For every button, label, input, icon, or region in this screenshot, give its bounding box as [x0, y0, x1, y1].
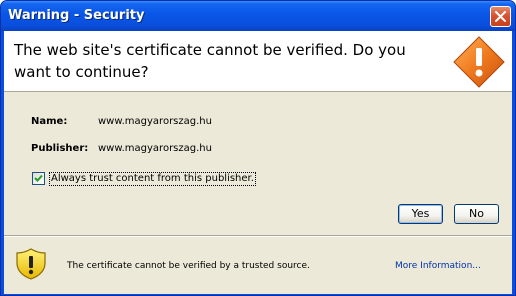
close-button[interactable]: [490, 6, 511, 27]
footer-message: The certificate cannot be verified by a …: [67, 261, 310, 271]
main-message: The web site's certificate cannot be ver…: [14, 41, 406, 81]
security-warning-window: Warning - Security The web site's certif…: [0, 0, 516, 296]
publisher-value: www.magyarorszag.hu: [98, 143, 212, 154]
dialog-body: The web site's certificate cannot be ver…: [4, 31, 512, 294]
more-information-link[interactable]: More Information...: [395, 261, 481, 271]
name-label: Name:: [31, 116, 68, 127]
always-trust-label[interactable]: Always trust content from this publisher…: [49, 172, 256, 186]
header-band: The web site's certificate cannot be ver…: [4, 31, 512, 92]
close-icon: [495, 11, 506, 22]
warning-diamond-icon: [453, 36, 505, 88]
checkmark-icon: [34, 174, 43, 182]
name-value: www.magyarorszag.hu: [98, 116, 212, 127]
always-trust-checkbox[interactable]: [32, 172, 45, 185]
shield-warning-icon: [16, 248, 46, 280]
yes-button[interactable]: Yes: [398, 204, 443, 224]
footer-divider: [4, 235, 512, 237]
title-bar[interactable]: Warning - Security: [1, 1, 515, 31]
no-button[interactable]: No: [454, 204, 499, 224]
window-title: Warning - Security: [8, 8, 145, 23]
publisher-label: Publisher:: [31, 143, 89, 154]
